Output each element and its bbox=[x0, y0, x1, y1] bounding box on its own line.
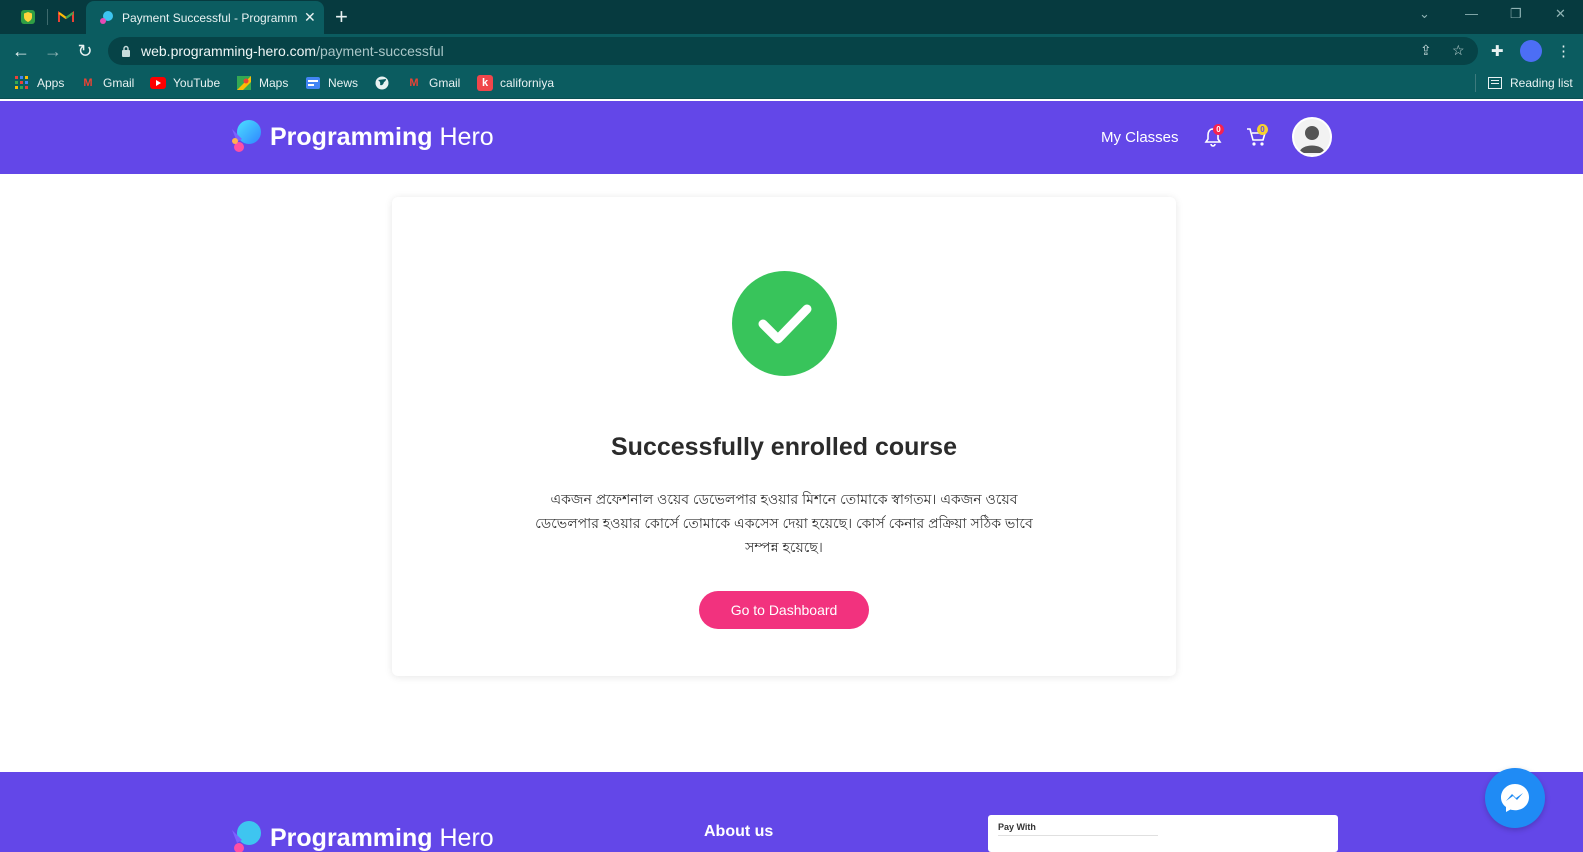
site-header: Programming Hero My Classes 0 0 bbox=[0, 101, 1583, 174]
reload-icon[interactable]: ↻ bbox=[74, 40, 96, 62]
extensions-icon[interactable]: ✚ bbox=[1491, 42, 1504, 60]
programming-hero-favicon-icon bbox=[100, 10, 113, 24]
lock-icon bbox=[122, 45, 130, 57]
gmail-icon: M bbox=[83, 77, 93, 89]
success-title: Successfully enrolled course bbox=[611, 433, 957, 461]
success-message: একজন প্রফেশনাল ওয়েব ডেভেলপার হওয়ার মিশ… bbox=[535, 491, 1033, 555]
footer-about-heading: About us bbox=[704, 823, 774, 840]
programming-hero-logo-icon bbox=[232, 821, 261, 852]
browser-toolbar: ← → ↻ web.programming-hero.com/payment-s… bbox=[0, 34, 1583, 68]
pinned-tab-gmail[interactable] bbox=[55, 7, 77, 27]
bookmark-label: Apps bbox=[37, 76, 65, 90]
bookmarks-bar: Apps M Gmail YouTube Maps News M Gmail k… bbox=[0, 68, 1583, 99]
forward-icon[interactable]: → bbox=[42, 40, 64, 62]
tab-separator bbox=[47, 9, 48, 25]
gmail-icon bbox=[58, 11, 74, 22]
bookmark-label: News bbox=[328, 76, 359, 90]
notification-bell[interactable]: 0 bbox=[1203, 124, 1224, 152]
messenger-icon bbox=[1501, 784, 1529, 812]
youtube-icon bbox=[150, 75, 166, 91]
bookmark-label: Maps bbox=[259, 76, 289, 90]
cart-button[interactable]: 0 bbox=[1246, 124, 1268, 152]
restore-icon[interactable]: ❐ bbox=[1510, 6, 1522, 22]
bookmark-news[interactable]: News bbox=[305, 75, 358, 91]
user-avatar[interactable] bbox=[1292, 117, 1332, 157]
go-to-dashboard-button[interactable]: Go to Dashboard bbox=[699, 591, 869, 629]
bookmark-label: YouTube bbox=[173, 76, 221, 90]
gmail-icon: M bbox=[409, 77, 419, 89]
tab-title: Payment Successful - Programming Hero bbox=[122, 10, 298, 25]
minimize-icon[interactable]: — bbox=[1465, 6, 1478, 21]
bookmark-youtube[interactable]: YouTube bbox=[150, 75, 220, 91]
apps-grid-icon bbox=[14, 75, 30, 91]
cart-badge: 0 bbox=[1257, 124, 1268, 135]
bookmark-apps[interactable]: Apps bbox=[14, 75, 64, 91]
browser-profile-icon[interactable] bbox=[1520, 40, 1542, 62]
messenger-chat-button[interactable] bbox=[1485, 768, 1545, 828]
tab-search-icon[interactable]: ⌄ bbox=[1419, 6, 1430, 22]
programming-hero-logo-icon bbox=[232, 120, 261, 152]
success-check-icon bbox=[732, 271, 837, 376]
user-silhouette-icon bbox=[1299, 126, 1325, 153]
close-window-icon[interactable]: ✕ bbox=[1555, 6, 1566, 22]
reading-list-label: Reading list bbox=[1510, 76, 1573, 90]
notification-badge: 0 bbox=[1213, 124, 1224, 135]
bookmark-label: Gmail bbox=[103, 76, 135, 90]
site-logo[interactable]: Programming Hero bbox=[228, 119, 494, 155]
pay-divider bbox=[998, 835, 1158, 836]
pay-with-label: Pay With bbox=[998, 822, 1036, 832]
news-icon bbox=[305, 75, 321, 91]
bookmark-label: californiya bbox=[500, 76, 555, 90]
k-icon: k bbox=[477, 75, 493, 91]
new-tab-button[interactable]: + bbox=[335, 4, 348, 30]
active-browser-tab[interactable]: Payment Successful - Programming Hero ✕ bbox=[86, 1, 324, 34]
reading-list-icon bbox=[1487, 75, 1503, 91]
success-card: Successfully enrolled course একজন প্রফেশ… bbox=[392, 197, 1176, 676]
back-icon[interactable]: ← bbox=[10, 40, 32, 62]
menu-icon[interactable]: ⋮ bbox=[1556, 42, 1571, 60]
bookmark-gmail[interactable]: M Gmail bbox=[80, 75, 134, 91]
bookmark-globe[interactable] bbox=[374, 75, 397, 91]
bookmark-californiya[interactable]: k californiya bbox=[477, 75, 554, 91]
footer-logo-text: Programming Hero bbox=[270, 823, 494, 852]
globe-icon bbox=[374, 75, 390, 91]
share-icon[interactable]: ⇪ bbox=[1420, 42, 1432, 59]
url-path: /payment-successful bbox=[316, 43, 444, 59]
bookmark-maps[interactable]: Maps bbox=[236, 75, 288, 91]
logo-text: Programming Hero bbox=[270, 122, 494, 151]
url-host: web.programming-hero.com bbox=[141, 43, 317, 59]
reading-list[interactable]: Reading list bbox=[1487, 75, 1573, 91]
maps-icon bbox=[236, 75, 252, 91]
bookmark-gmail-2[interactable]: M Gmail bbox=[406, 75, 460, 91]
pay-with-box: Pay With bbox=[988, 815, 1338, 852]
bookmark-label: Gmail bbox=[429, 76, 461, 90]
shield-icon bbox=[21, 10, 35, 24]
footer-logo[interactable]: Programming Hero bbox=[228, 820, 494, 852]
pinned-tab-shield[interactable] bbox=[17, 7, 39, 27]
address-bar[interactable]: web.programming-hero.com/payment-success… bbox=[108, 37, 1478, 65]
bookmark-star-icon[interactable]: ☆ bbox=[1452, 42, 1465, 59]
nav-my-classes[interactable]: My Classes bbox=[1101, 129, 1179, 146]
browser-tab-bar: Payment Successful - Programming Hero ✕ … bbox=[0, 0, 1583, 34]
close-tab-icon[interactable]: ✕ bbox=[304, 9, 316, 26]
site-footer: Programming Hero About us Pay With bbox=[0, 772, 1583, 852]
bookmark-separator bbox=[1475, 74, 1476, 92]
